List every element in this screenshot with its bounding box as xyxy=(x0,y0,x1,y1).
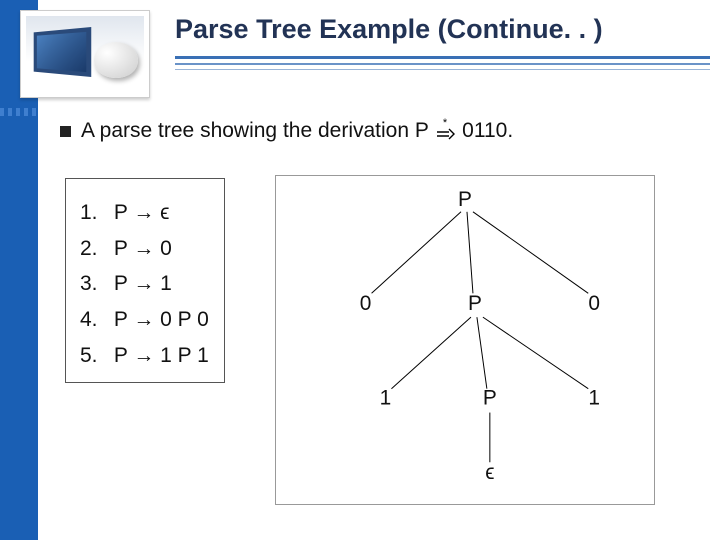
rule-lhs: P xyxy=(114,308,128,331)
title-underline xyxy=(175,56,710,70)
arrow-icon: → xyxy=(133,201,154,224)
rule-lhs: P xyxy=(114,237,128,260)
tree-node: P xyxy=(468,292,482,315)
rule-rhs: 0 P 0 xyxy=(160,308,209,331)
arrow-icon: → xyxy=(133,308,154,331)
tree-edges xyxy=(372,212,589,462)
grammar-row: 3. P → 1 xyxy=(80,266,210,302)
rule-number: 3. xyxy=(80,266,108,302)
tree-node-epsilon: ϵ xyxy=(485,461,494,484)
bullet-text-suffix: 0110. xyxy=(456,119,513,142)
rule-rhs: ϵ xyxy=(160,201,169,224)
tree-node-root: P xyxy=(458,188,472,211)
tree-node: 1 xyxy=(588,387,600,410)
rule-number: 1. xyxy=(80,195,108,231)
rule-rhs: 0 xyxy=(160,237,172,260)
grammar-row: 2. P → 0 xyxy=(80,231,210,267)
grammar-row: 5. P → 1 P 1 xyxy=(80,338,210,374)
derives-star-icon: * xyxy=(434,118,456,140)
rule-number: 5. xyxy=(80,338,108,374)
rule-number: 4. xyxy=(80,302,108,338)
side-accent-dash xyxy=(0,108,38,116)
rule-rhs: 1 xyxy=(160,272,172,295)
arrow-icon: → xyxy=(133,272,154,295)
tree-node: 0 xyxy=(588,292,600,315)
bullet-line: A parse tree showing the derivation P * … xyxy=(60,118,513,143)
rule-lhs: P xyxy=(114,201,128,224)
svg-text:*: * xyxy=(443,118,448,129)
bullet-text-prefix: A parse tree showing the derivation P xyxy=(81,119,434,142)
grammar-box: 1. P → ϵ 2. P → 0 3. P → 1 4. P → 0 P 0 … xyxy=(65,178,225,383)
rule-number: 2. xyxy=(80,231,108,267)
arrow-icon: → xyxy=(133,344,154,367)
rule-lhs: P xyxy=(114,344,128,367)
arrow-icon: → xyxy=(133,237,154,260)
slide-title: Parse Tree Example (Continue. . ) xyxy=(175,14,710,45)
tree-node: 1 xyxy=(380,387,392,410)
rule-rhs: 1 P 1 xyxy=(160,344,209,367)
parse-tree: P 0 P 0 1 P 1 ϵ xyxy=(275,175,655,505)
header-image xyxy=(20,10,150,98)
rule-lhs: P xyxy=(114,272,128,295)
tree-node: 0 xyxy=(360,292,372,315)
grammar-row: 1. P → ϵ xyxy=(80,195,210,231)
bullet-icon xyxy=(60,126,71,137)
tree-node: P xyxy=(483,387,497,410)
slide-header: Parse Tree Example (Continue. . ) xyxy=(0,0,720,80)
grammar-row: 4. P → 0 P 0 xyxy=(80,302,210,338)
